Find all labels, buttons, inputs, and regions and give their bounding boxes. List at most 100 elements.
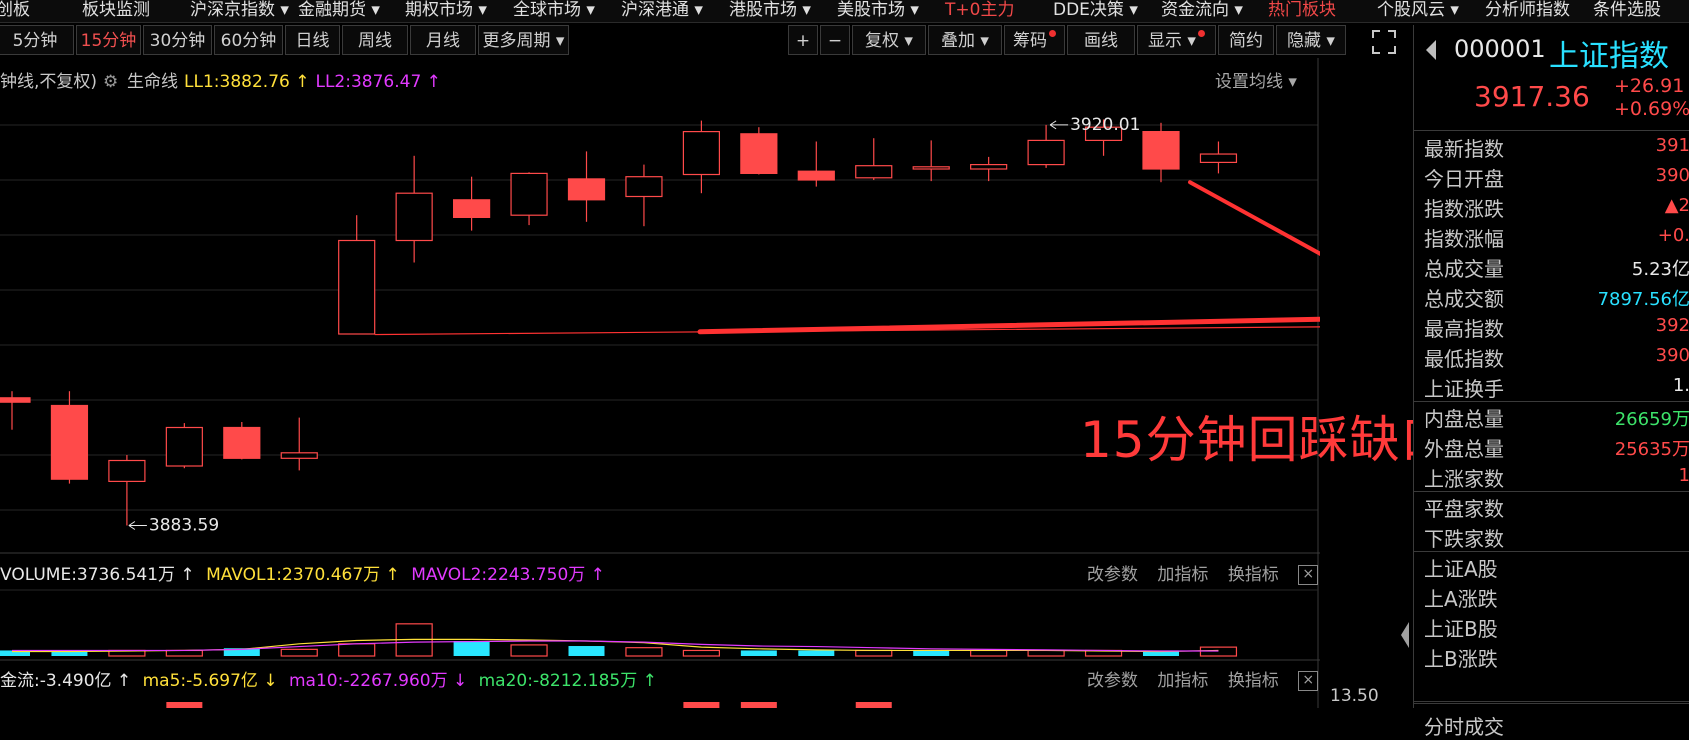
quote-panel: 000001 上证指数 3917.36 +26.91 +0.69% 最新指数 39…: [1413, 25, 1689, 739]
high-price-label: 3920.01: [1070, 115, 1140, 135]
candle: [970, 156, 1008, 182]
quote-row-label: 上证换手: [1424, 377, 1504, 401]
candle: [108, 455, 146, 526]
quote-row-value: 1.: [1672, 375, 1689, 396]
fund-ma5: ma5:-5.697亿 ↓: [142, 671, 278, 691]
quote-row-label: 上A涨跌: [1424, 587, 1498, 611]
volume-bar: [625, 647, 663, 657]
volume-bar: [568, 646, 605, 656]
candle: [1199, 141, 1238, 174]
quote-row-label: 最高指数: [1424, 317, 1504, 341]
quote-row-value: 391: [1655, 135, 1689, 156]
fund-indicator-line: 金流:-3.490亿 ↑ ma5:-5.697亿 ↓ ma10:-2267.96…: [0, 666, 657, 691]
back-icon[interactable]: [1424, 39, 1438, 65]
index-price: 3917.36: [1474, 80, 1590, 113]
fund-axis-top: 13.50: [1330, 686, 1379, 706]
index-change: +26.91: [1614, 75, 1685, 97]
quote-row-label: 上B涨跌: [1424, 647, 1498, 671]
fund-bar: [855, 702, 892, 708]
quote-row-label: 平盘家数: [1424, 497, 1504, 521]
candle: [625, 164, 663, 227]
quote-row-label: 最新指数: [1424, 137, 1504, 161]
quote-row-label: 指数涨幅: [1424, 227, 1504, 251]
candle: [855, 138, 893, 180]
volume-switch-indicator[interactable]: 换指标: [1228, 565, 1279, 585]
volume-bar: [855, 649, 893, 657]
candle: [165, 423, 203, 469]
quote-row-label: 上证B股: [1424, 617, 1498, 641]
candle: [567, 151, 606, 222]
top-nav-item[interactable]: 个股风云 ▾: [1377, 0, 1459, 20]
candle: [740, 127, 778, 175]
mavol2-line: [12, 640, 1219, 652]
volume-bar: [1027, 649, 1065, 657]
candle: [510, 172, 548, 226]
fund-pane-tools: 改参数 加指标 换指标 ×: [1073, 666, 1319, 691]
quote-row-value: 1: [1678, 465, 1689, 486]
candle: [1027, 124, 1065, 168]
volume-bar: [510, 644, 548, 657]
candle: [912, 140, 950, 182]
quote-row-label: 最低指数: [1424, 347, 1504, 371]
candlestick-chart[interactable]: 3885.003890.003895.003900.003905.003910.…: [0, 0, 1320, 708]
index-code: 000001: [1454, 35, 1546, 63]
annotation-caption: 15分钟回踩缺口: [1080, 411, 1452, 469]
volume-close-icon[interactable]: ×: [1298, 565, 1319, 585]
down-arrow: [1188, 180, 1320, 256]
quote-row-label: 总成交额: [1424, 287, 1504, 311]
candle: [223, 422, 261, 460]
volume-edit-params[interactable]: 改参数: [1087, 565, 1138, 585]
volume-bar: [798, 650, 835, 656]
volume-bar: [970, 649, 1008, 657]
quote-row-label: 外盘总量: [1424, 437, 1504, 461]
tick-trades-tab[interactable]: 分时成交: [1424, 711, 1504, 740]
quote-row-label: 上涨家数: [1424, 467, 1504, 491]
quote-row-label: 下跌家数: [1424, 527, 1504, 551]
fund-ma20: ma20:-8212.185万 ↑: [478, 671, 657, 691]
candle: [338, 215, 376, 335]
quote-row-label: 上证A股: [1424, 557, 1498, 581]
fund-add-indicator[interactable]: 加指标: [1157, 671, 1208, 691]
fund-edit-params[interactable]: 改参数: [1087, 671, 1138, 691]
volume-bar: [280, 648, 318, 657]
quote-row-value: 390: [1655, 345, 1689, 366]
volume-value: VOLUME:3736.541万 ↑: [0, 565, 195, 585]
candle: [280, 417, 318, 471]
volume-add-indicator[interactable]: 加指标: [1157, 565, 1208, 585]
mavol2-value: MAVOL2:2243.750万 ↑: [411, 565, 605, 585]
quote-row-label: 内盘总量: [1424, 407, 1504, 431]
mavol1-value: MAVOL1:2370.467万 ↑: [206, 565, 400, 585]
quote-row-value: 26659万: [1614, 409, 1689, 430]
candle: [797, 141, 835, 187]
candle: [0, 391, 31, 430]
fund-close-icon[interactable]: ×: [1298, 671, 1319, 691]
volume-bar: [913, 650, 950, 656]
quote-row-label: 今日开盘: [1424, 167, 1504, 191]
volume-bar: [453, 641, 490, 656]
quote-row-value: 25635万: [1614, 439, 1689, 460]
candle: [453, 176, 491, 231]
index-change-pct: +0.69%: [1614, 98, 1689, 120]
quote-row-value: ▲2: [1664, 195, 1689, 216]
quote-row-label: 总成交量: [1424, 257, 1504, 281]
top-nav-item[interactable]: 分析师指数: [1485, 0, 1570, 20]
volume-bar: [740, 650, 777, 656]
fund-bar: [166, 702, 203, 708]
quote-row-value: 7897.56亿: [1597, 289, 1689, 310]
volume-bar: [165, 649, 203, 657]
index-name: 上证指数: [1549, 39, 1669, 74]
quote-row-value: +0.: [1657, 225, 1689, 246]
collapse-panel-icon[interactable]: [1400, 620, 1410, 650]
quote-row-value: 390: [1655, 165, 1689, 186]
candle: [395, 155, 433, 263]
candle: [1142, 122, 1180, 183]
fund-switch-indicator[interactable]: 换指标: [1228, 671, 1279, 691]
candle: [682, 120, 721, 194]
fund-ma10: ma10:-2267.960万 ↓: [288, 671, 468, 691]
fullscreen-icon[interactable]: [1370, 28, 1398, 56]
quote-row-value: 392: [1655, 315, 1689, 336]
top-nav-item[interactable]: 条件选股: [1593, 0, 1661, 20]
volume-indicator-line: VOLUME:3736.541万 ↑ MAVOL1:2370.467万 ↑ MA…: [0, 560, 605, 585]
quote-row-value: 5.23亿: [1631, 259, 1689, 280]
volume-bar: [682, 649, 721, 657]
